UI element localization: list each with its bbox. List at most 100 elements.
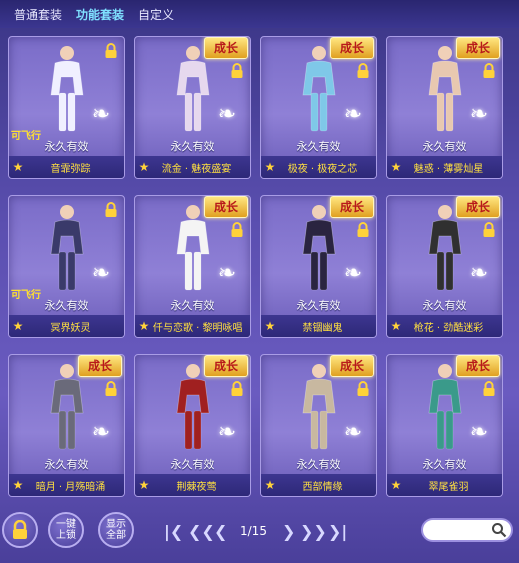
tab-normal-sets[interactable]: 普通套装 [14, 6, 62, 23]
wings-icon: ❧ [91, 261, 111, 286]
outfit-name: 暗月 · 月殇暗涌 [35, 481, 106, 493]
outfit-card[interactable]: ❧ 成长永久有效 ★ 翠尾雀羽 [386, 354, 503, 497]
star-icon[interactable]: ★ [261, 319, 279, 333]
star-icon[interactable]: ★ [135, 319, 153, 333]
outfit-card[interactable]: ❧ 成长永久有效 ★ 仟与恋歌 · 黎明咏唱 [134, 195, 251, 338]
outfit-name: 翠尾雀羽 [428, 481, 469, 493]
star-icon[interactable]: ★ [387, 160, 405, 174]
name-bar: ★ 魅惑 · 薄雾灿星 [387, 156, 502, 178]
lock-all-button[interactable]: 一键 上锁 [48, 512, 84, 548]
outfit-name: 冥界妖灵 [50, 322, 91, 334]
star-icon[interactable]: ★ [135, 478, 153, 492]
show-all-button[interactable]: 显示 全部 [98, 512, 134, 548]
outfit-card[interactable]: ❧ 成长永久有效 ★ 枪花 · 劲酷迷彩 [386, 195, 503, 338]
lock-icon[interactable] [482, 381, 496, 397]
star-icon[interactable]: ★ [9, 160, 27, 174]
lock-icon[interactable] [356, 381, 370, 397]
star-icon[interactable]: ★ [387, 478, 405, 492]
show-all-label-1: 显示 [106, 519, 126, 530]
page-indicator: 1/15 [240, 524, 267, 538]
name-bar: ★ 西部情缘 [261, 474, 376, 496]
outfit-card[interactable]: ❧ 成长 永久有效 ★ 荆棘夜莺 [134, 354, 251, 497]
star-icon[interactable]: ★ [387, 319, 405, 333]
search-box [421, 518, 513, 542]
wings-icon: ❧ [343, 261, 363, 286]
next-page-icon[interactable]: ❯ [282, 522, 295, 542]
wings-icon: ❧ [217, 261, 237, 286]
lock-icon[interactable] [482, 63, 496, 79]
outfit-card[interactable]: ❧ 成长 永久有效 ★ 暗月 · 月殇暗涌 [8, 354, 125, 497]
lock-icon[interactable] [104, 381, 118, 397]
name-bar: ★ 禁锢幽鬼 [261, 315, 376, 337]
wings-icon: ❧ [217, 102, 237, 127]
wings-icon: ❧ [469, 102, 489, 127]
outfit-name: 仟与恋歌 · 黎明咏唱 [153, 322, 243, 334]
star-icon[interactable]: ★ [135, 160, 153, 174]
next-fast-icon[interactable]: ❯❯ [300, 522, 327, 542]
name-bar: ★ 枪花 · 劲酷迷彩 [387, 315, 502, 337]
lock-icon[interactable] [104, 202, 118, 218]
outfit-name: 流金 · 魅夜盛宴 [161, 163, 232, 175]
duration-label: 永久有效 [422, 458, 467, 471]
wings-icon: ❧ [91, 102, 111, 127]
wings-icon: ❧ [469, 261, 489, 286]
show-all-label-2: 全部 [106, 530, 126, 541]
outfit-name: 枪花 · 劲酷迷彩 [413, 322, 484, 334]
outfit-name: 极夜 · 极夜之芯 [287, 163, 358, 175]
duration-label: 永久有效 [170, 140, 215, 153]
wings-icon: ❧ [217, 420, 237, 445]
outfit-card[interactable]: ❧ 成长 永久有效 ★ 禁锢幽鬼 [260, 195, 377, 338]
growth-badge: 成长 [78, 355, 122, 377]
growth-badge: 成长 [456, 196, 500, 218]
duration-label: 永久有效 [422, 140, 467, 153]
name-bar: ★ 流金 · 魅夜盛宴 [135, 156, 250, 178]
duration-label: 永久有效 [296, 458, 341, 471]
lock-icon [13, 520, 27, 539]
lock-icon[interactable] [104, 43, 118, 59]
growth-badge: 成长 [330, 355, 374, 377]
outfit-name: 音霏弥踪 [50, 163, 91, 175]
wings-icon: ❧ [343, 420, 363, 445]
tab-function-sets[interactable]: 功能套装 [76, 6, 124, 23]
prev-page-icon[interactable]: ❮ [214, 522, 227, 542]
outfit-card[interactable]: ❧ 可飞行 永久有效 ★ 冥界妖灵 [8, 195, 125, 338]
outfit-card[interactable]: ❧ 可飞行 永久有效 ★ 音霏弥踪 [8, 36, 125, 179]
duration-label: 永久有效 [44, 140, 89, 153]
duration-label: 永久有效 [170, 299, 215, 312]
name-bar: ★ 音霏弥踪 [9, 156, 124, 178]
outfit-name: 禁锢幽鬼 [302, 322, 343, 334]
lock-icon[interactable] [482, 222, 496, 238]
lock-all-label-2: 上锁 [56, 530, 76, 541]
outfit-card[interactable]: ❧ 成长永久有效 ★ 西部情缘 [260, 354, 377, 497]
growth-badge: 成长 [456, 355, 500, 377]
wings-icon: ❧ [469, 420, 489, 445]
lock-icon[interactable] [356, 222, 370, 238]
search-input[interactable] [431, 523, 491, 537]
star-icon[interactable]: ★ [9, 478, 27, 492]
outfit-grid: ❧ 可飞行 永久有效 ★ 音霏弥踪 ❧ 成长 永久有效 ★ 流金 · 魅夜盛宴 ❧ 成长 永久有效 ★ 极夜… [8, 36, 504, 498]
star-icon[interactable]: ★ [261, 160, 279, 174]
lock-button[interactable] [2, 512, 38, 548]
lock-all-label-1: 一键 [56, 519, 76, 530]
growth-badge: 成长 [204, 37, 248, 59]
outfit-card[interactable]: ❧ 成长 永久有效 ★ 魅惑 · 薄雾灿星 [386, 36, 503, 179]
last-page-icon[interactable]: ❯| [328, 522, 347, 542]
star-icon[interactable]: ★ [261, 478, 279, 492]
lock-icon[interactable] [230, 381, 244, 397]
outfit-card[interactable]: ❧ 成长永久有效 ★ 流金 · 魅夜盛宴 [134, 36, 251, 179]
duration-label: 永久有效 [422, 299, 467, 312]
wings-icon: ❧ [91, 420, 111, 445]
search-icon[interactable] [491, 522, 507, 538]
growth-badge: 成长 [330, 37, 374, 59]
name-bar: ★ 极夜 · 极夜之芯 [261, 156, 376, 178]
prev-fast-icon[interactable]: ❮❮ [188, 522, 215, 542]
star-icon[interactable]: ★ [9, 319, 27, 333]
lock-icon[interactable] [230, 63, 244, 79]
tab-custom[interactable]: 自定义 [138, 6, 174, 23]
lock-icon[interactable] [356, 63, 370, 79]
lock-icon[interactable] [230, 222, 244, 238]
first-page-icon[interactable]: |❮ [164, 522, 183, 542]
outfit-card[interactable]: ❧ 成长 永久有效 ★ 极夜 · 极夜之芯 [260, 36, 377, 179]
growth-badge: 成长 [204, 196, 248, 218]
growth-badge: 成长 [330, 196, 374, 218]
